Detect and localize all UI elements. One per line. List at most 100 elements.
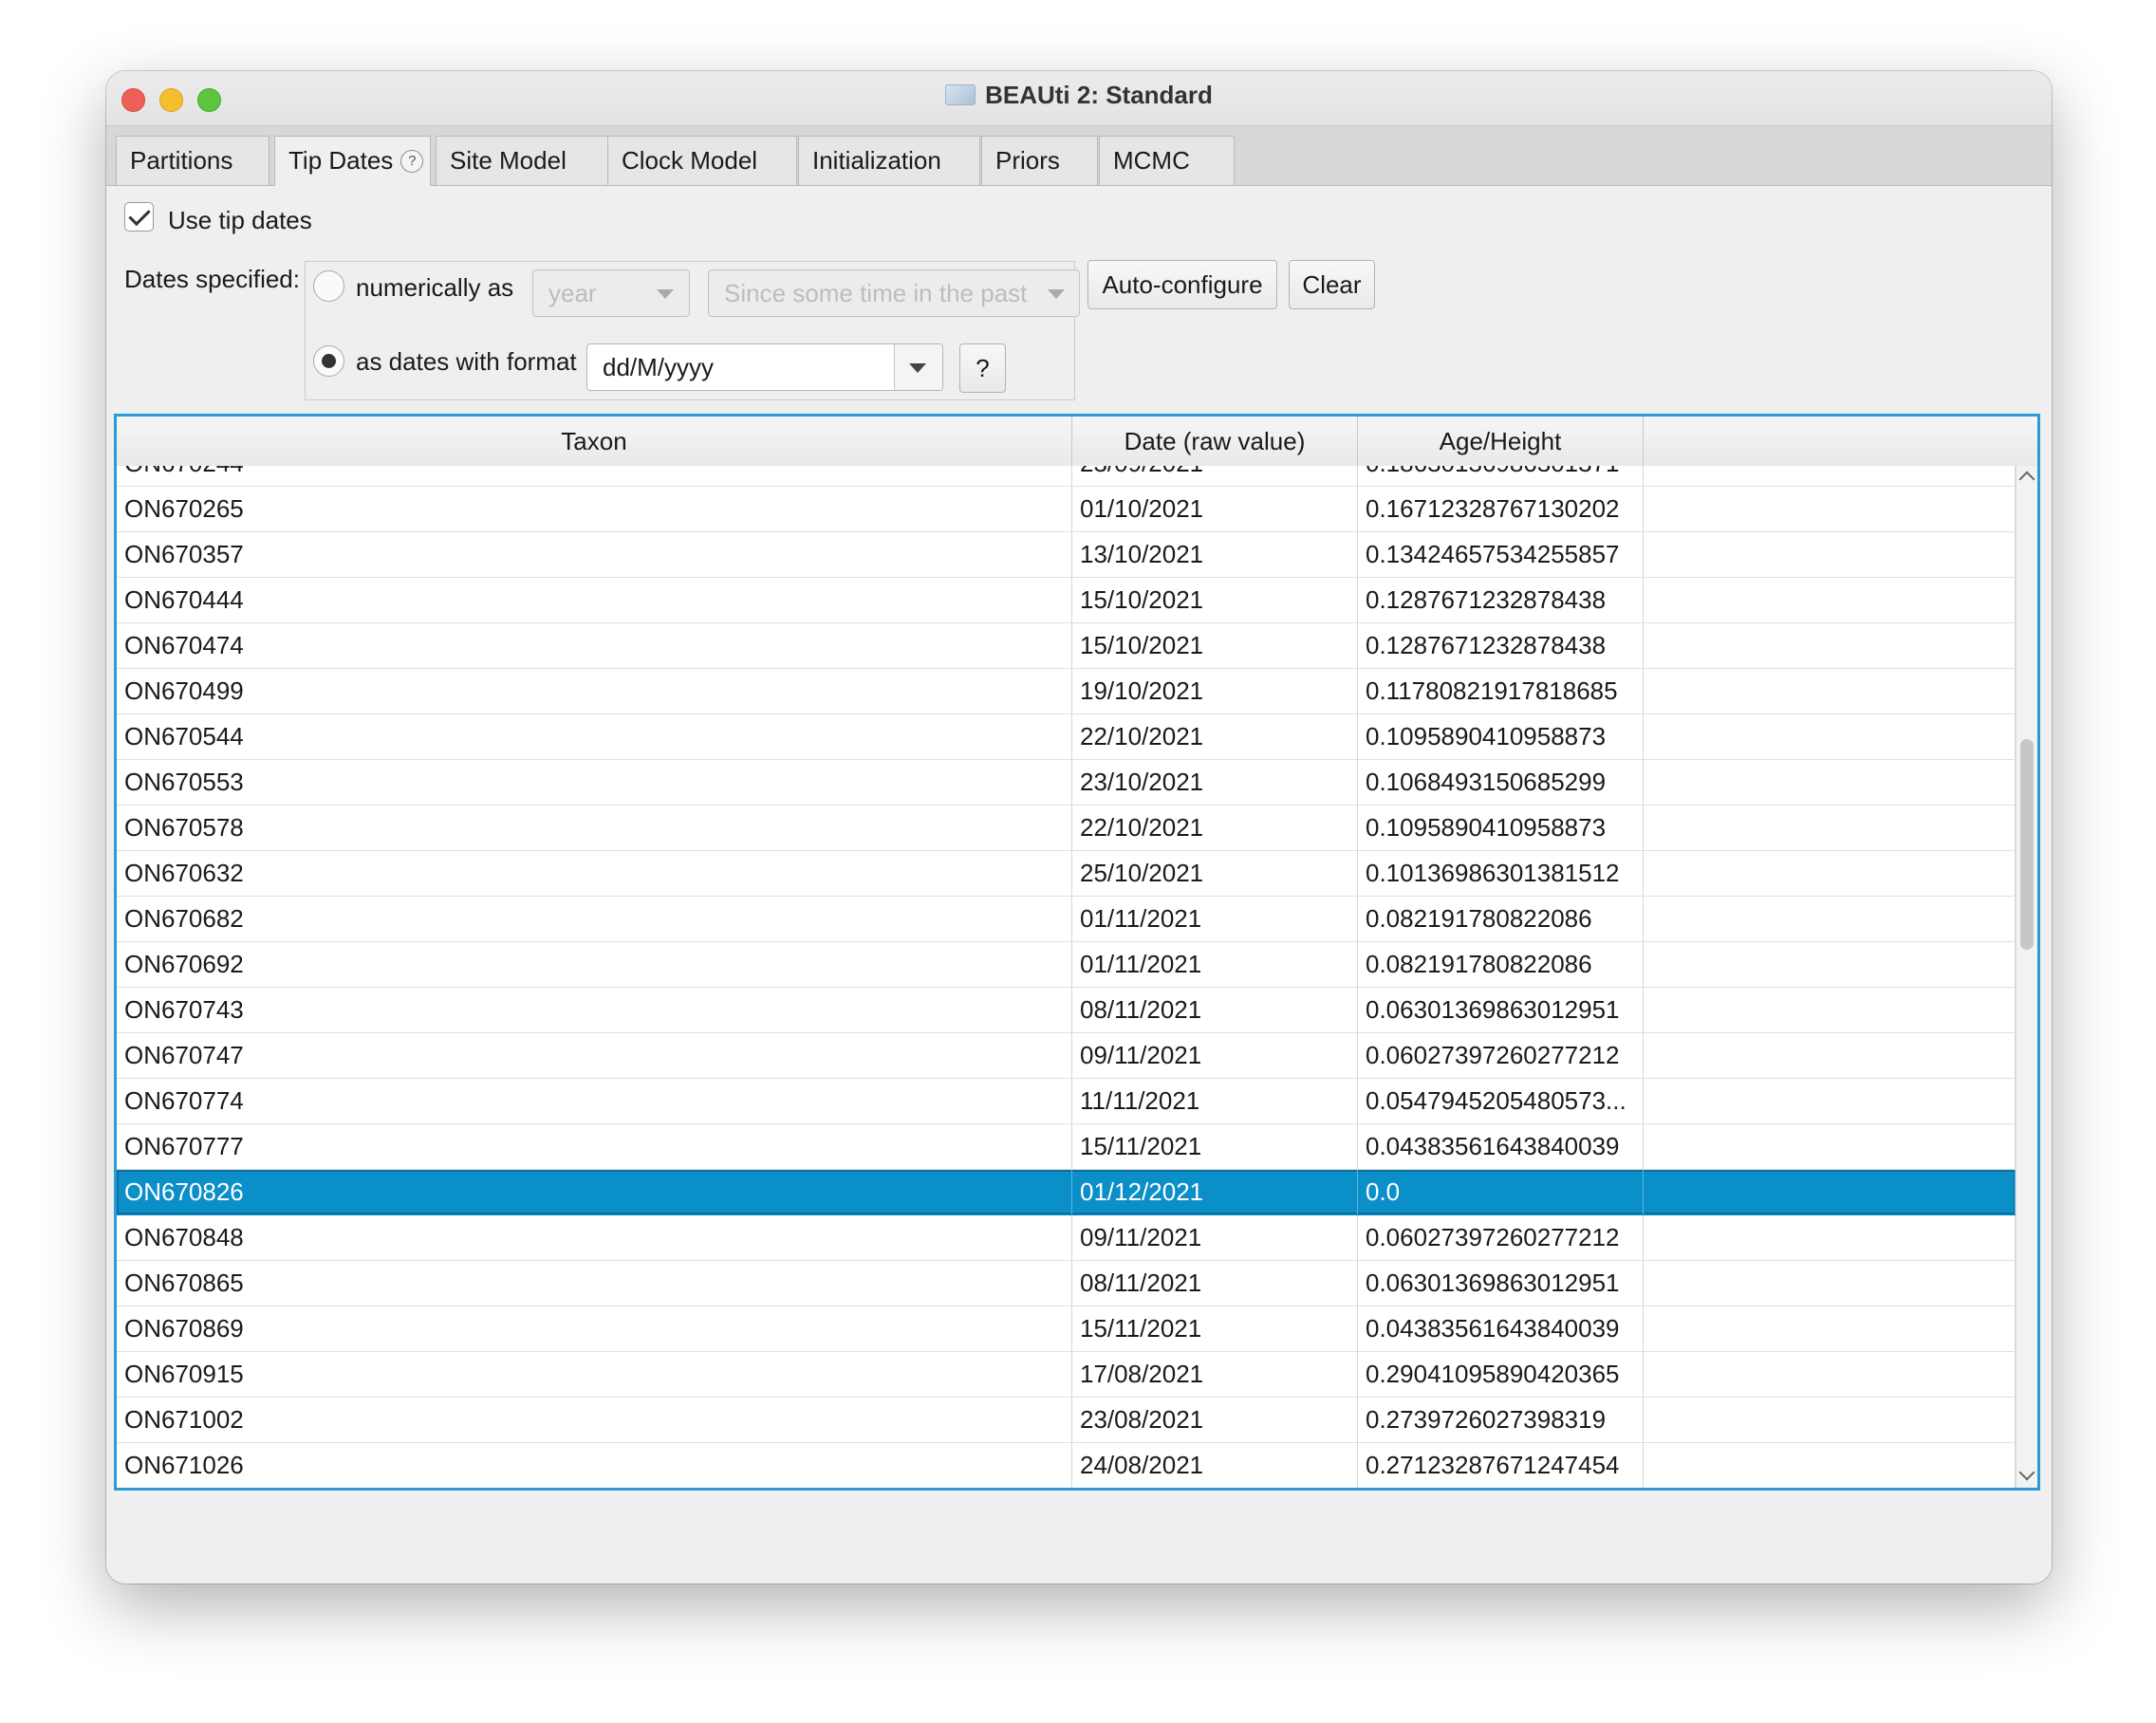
age-height-cell[interactable]: 0.0547945205480573... [1358,1079,1644,1123]
age-height-cell[interactable]: 0.06027397260277212 [1358,1033,1644,1078]
table-row[interactable]: ON670747 09/11/2021 0.06027397260277212 [117,1033,2016,1079]
date-cell[interactable]: 23/10/2021 [1072,760,1358,805]
table-row[interactable]: ON670474 15/10/2021 0.1287671232878438 [117,623,2016,669]
column-header-age-height[interactable]: Age/Height [1358,417,1644,466]
taxon-cell[interactable]: ON670915 [117,1352,1072,1397]
table-row[interactable]: ON670777 15/11/2021 0.04383561643840039 [117,1124,2016,1170]
tab-clock-model[interactable]: Clock Model [607,136,797,185]
table-row[interactable]: ON670265 01/10/2021 0.16712328767130202 [117,487,2016,532]
date-cell[interactable]: 15/10/2021 [1072,623,1358,668]
taxon-cell[interactable]: ON670265 [117,487,1072,531]
tab-mcmc[interactable]: MCMC [1099,136,1235,185]
tab-site-model[interactable]: Site Model [436,136,609,185]
taxon-cell[interactable]: ON670777 [117,1124,1072,1169]
age-height-cell[interactable]: 0.04383561643840039 [1358,1124,1644,1169]
taxon-cell[interactable]: ON671026 [117,1443,1072,1488]
age-height-cell[interactable]: 0.0 [1358,1170,1644,1214]
date-cell[interactable]: 22/10/2021 [1072,714,1358,759]
age-height-cell[interactable]: 0.10136986301381512 [1358,851,1644,896]
taxon-cell[interactable]: ON670244 [117,466,1072,486]
taxon-cell[interactable]: ON670444 [117,578,1072,622]
taxon-cell[interactable]: ON670826 [117,1170,1072,1214]
taxon-cell[interactable]: ON670544 [117,714,1072,759]
age-height-cell[interactable]: 0.06301369863012951 [1358,1261,1644,1306]
tab-priors[interactable]: Priors [981,136,1098,185]
taxon-cell[interactable]: ON670869 [117,1306,1072,1351]
scroll-down-icon[interactable] [2018,1464,2035,1481]
taxon-cell[interactable]: ON670578 [117,806,1072,850]
table-row[interactable]: ON670578 22/10/2021 0.1095890410958873 [117,806,2016,851]
table-row[interactable]: ON670826 01/12/2021 0.0 [117,1170,2016,1215]
age-height-cell[interactable]: 0.18630136986301371 [1358,466,1644,486]
date-cell[interactable]: 11/11/2021 [1072,1079,1358,1123]
taxon-cell[interactable]: ON670682 [117,897,1072,941]
table-row[interactable]: ON670357 13/10/2021 0.13424657534255857 [117,532,2016,578]
date-format-select[interactable]: dd/M/yyyy [586,343,943,391]
taxon-cell[interactable]: ON670747 [117,1033,1072,1078]
date-format-dropdown-button[interactable] [894,344,942,390]
table-row[interactable]: ON670499 19/10/2021 0.11780821917818685 [117,669,2016,714]
age-height-cell[interactable]: 0.13424657534255857 [1358,532,1644,577]
table-row[interactable]: ON670865 08/11/2021 0.06301369863012951 [117,1261,2016,1306]
table-row[interactable]: ON670743 08/11/2021 0.06301369863012951 [117,988,2016,1033]
age-height-cell[interactable]: 0.2739726027398319 [1358,1398,1644,1442]
date-cell[interactable]: 01/11/2021 [1072,897,1358,941]
age-height-cell[interactable]: 0.1068493150685299 [1358,760,1644,805]
date-cell[interactable]: 01/12/2021 [1072,1170,1358,1214]
date-cell[interactable]: 15/11/2021 [1072,1306,1358,1351]
table-row[interactable]: ON670553 23/10/2021 0.1068493150685299 [117,760,2016,806]
date-cell[interactable]: 09/11/2021 [1072,1033,1358,1078]
taxon-cell[interactable]: ON670743 [117,988,1072,1032]
tab-initialization[interactable]: Initialization [798,136,980,185]
table-row[interactable]: ON670444 15/10/2021 0.1287671232878438 [117,578,2016,623]
taxon-cell[interactable]: ON671002 [117,1398,1072,1442]
age-height-cell[interactable]: 0.1095890410958873 [1358,714,1644,759]
numerically-radio[interactable] [313,270,344,302]
table-row[interactable]: ON670848 09/11/2021 0.06027397260277212 [117,1215,2016,1261]
table-row[interactable]: ON670682 01/11/2021 0.082191780822086 [117,897,2016,942]
date-cell[interactable]: 25/10/2021 [1072,851,1358,896]
table-row[interactable]: ON670632 25/10/2021 0.10136986301381512 [117,851,2016,897]
as-dates-radio[interactable] [313,345,344,377]
format-help-button[interactable]: ? [959,343,1006,393]
age-height-cell[interactable]: 0.082191780822086 [1358,897,1644,941]
scroll-thumb[interactable] [2020,739,2034,950]
age-height-cell[interactable]: 0.1287671232878438 [1358,578,1644,622]
table-row[interactable]: ON670774 11/11/2021 0.0547945205480573... [117,1079,2016,1124]
taxon-cell[interactable]: ON670357 [117,532,1072,577]
date-cell[interactable]: 15/10/2021 [1072,578,1358,622]
table-row[interactable]: ON671026 24/08/2021 0.27123287671247454 [117,1443,2016,1488]
age-height-cell[interactable]: 0.06027397260277212 [1358,1215,1644,1260]
table-body[interactable]: ON67024423/09/20210.18630136986301371ON6… [117,466,2016,1488]
help-icon[interactable]: ? [400,150,424,173]
date-cell[interactable]: 17/08/2021 [1072,1352,1358,1397]
taxon-cell[interactable]: ON670632 [117,851,1072,896]
age-height-cell[interactable]: 0.11780821917818685 [1358,669,1644,713]
use-tip-dates-checkbox[interactable] [124,202,154,232]
direction-select[interactable]: Since some time in the past [708,269,1080,317]
age-height-cell[interactable]: 0.29041095890420365 [1358,1352,1644,1397]
age-height-cell[interactable]: 0.16712328767130202 [1358,487,1644,531]
taxon-cell[interactable]: ON670692 [117,942,1072,987]
vertical-scrollbar[interactable] [2016,466,2037,1488]
taxon-cell[interactable]: ON670474 [117,623,1072,668]
clear-button[interactable]: Clear [1289,260,1375,309]
date-cell[interactable]: 01/11/2021 [1072,942,1358,987]
date-cell[interactable]: 22/10/2021 [1072,806,1358,850]
age-height-cell[interactable]: 0.04383561643840039 [1358,1306,1644,1351]
table-row[interactable]: ON67024423/09/20210.18630136986301371 [117,466,2016,487]
age-height-cell[interactable]: 0.27123287671247454 [1358,1443,1644,1488]
date-cell[interactable]: 19/10/2021 [1072,669,1358,713]
date-cell[interactable]: 23/08/2021 [1072,1398,1358,1442]
taxon-cell[interactable]: ON670865 [117,1261,1072,1306]
age-height-cell[interactable]: 0.1095890410958873 [1358,806,1644,850]
taxon-cell[interactable]: ON670848 [117,1215,1072,1260]
date-cell[interactable]: 24/08/2021 [1072,1443,1358,1488]
table-row[interactable]: ON670544 22/10/2021 0.1095890410958873 [117,714,2016,760]
date-cell[interactable]: 23/09/2021 [1072,466,1358,486]
tab-partitions[interactable]: Partitions [116,136,270,185]
age-height-cell[interactable]: 0.06301369863012951 [1358,988,1644,1032]
age-height-cell[interactable]: 0.082191780822086 [1358,942,1644,987]
date-cell[interactable]: 13/10/2021 [1072,532,1358,577]
table-row[interactable]: ON670692 01/11/2021 0.082191780822086 [117,942,2016,988]
